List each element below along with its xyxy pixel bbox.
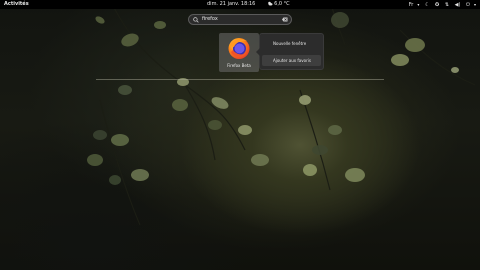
search-result-firefox-beta[interactable]: Firefox Beta: [219, 33, 259, 72]
activities-button[interactable]: Activités: [4, 0, 29, 9]
clock-button[interactable]: dim. 21 janv. 18:16 6,0 °C: [207, 0, 290, 9]
search-icon: [193, 17, 199, 23]
menu-item-add-to-favorites[interactable]: Ajouter aux favoris: [262, 55, 321, 66]
clear-icon[interactable]: [282, 17, 288, 22]
results-divider: [96, 79, 384, 80]
input-source-indicator[interactable]: Fr ▾: [405, 2, 420, 8]
search-query: firefox: [202, 16, 218, 22]
menu-pointer-arrow: [256, 48, 260, 56]
search-field[interactable]: firefox: [188, 14, 292, 25]
weather-cloud-icon: [267, 1, 273, 6]
chevron-down-icon: ▾: [473, 2, 476, 7]
network-icon[interactable]: ⇅: [445, 2, 449, 8]
system-status-area[interactable]: Fr ▾ ☾ ✪ ⇅ ◀) ⏻ ▾: [401, 0, 476, 10]
volume-icon[interactable]: ◀): [455, 2, 461, 8]
menu-item-new-window[interactable]: Nouvelle fenêtre: [262, 38, 321, 49]
night-mode-icon[interactable]: ☾: [425, 2, 429, 8]
result-label: Firefox Beta: [227, 63, 251, 68]
accessibility-icon[interactable]: ✪: [435, 2, 439, 8]
input-source-label: Fr: [408, 2, 414, 8]
chevron-down-icon: ▾: [417, 2, 420, 7]
temperature: 6,0 °C: [274, 1, 290, 7]
date-time: dim. 21 janv. 18:16: [207, 1, 256, 7]
firefox-icon: [228, 38, 250, 59]
context-menu: Nouvelle fenêtre Ajouter aux favoris: [256, 33, 324, 70]
power-icon[interactable]: ⏻ ▾: [466, 2, 476, 8]
top-bar: Activités dim. 21 janv. 18:16 6,0 °C Fr ▾…: [0, 0, 480, 9]
